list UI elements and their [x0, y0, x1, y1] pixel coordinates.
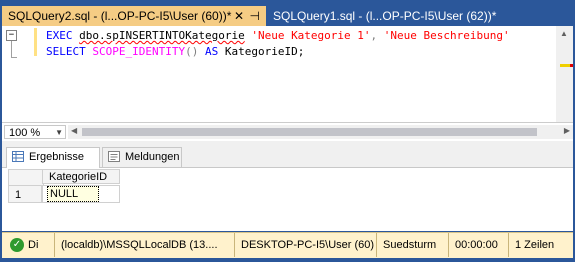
keyword-exec: EXEC — [46, 29, 73, 42]
outline-guide — [11, 41, 12, 57]
tab-label: Ergebnisse — [29, 151, 85, 163]
messages-icon — [108, 151, 120, 162]
editor-bottom-bar: 100 % ▼ ◀ ▶ — [2, 122, 573, 141]
close-icon[interactable]: ✕ — [234, 6, 244, 26]
editor-horizontal-scrollbar[interactable]: ◀ ▶ — [68, 125, 573, 139]
zoom-value: 100 % — [9, 127, 41, 139]
change-indicator — [34, 28, 37, 56]
tab-ergebnisse[interactable]: Ergebnisse — [6, 147, 100, 168]
tab-title: SQLQuery1.sql - (l...OP-PC-I5\User (62))… — [273, 9, 497, 23]
window-bottom-border — [0, 258, 575, 262]
procedure-name: dbo.spINSERTINTOKategorie — [79, 29, 245, 42]
results-tab-bar: Ergebnisse Meldungen — [2, 141, 573, 168]
scroll-thumb[interactable] — [82, 128, 537, 136]
result-cell[interactable]: NULL — [42, 185, 120, 203]
status-bar: ✓ Di (localdb)\MSSQLLocalDB (13.... DESKT… — [2, 232, 573, 259]
tab-label: Meldungen — [125, 151, 180, 163]
string-argument-2: 'Neue Beschreibung' — [383, 29, 510, 42]
error-marker — [570, 64, 573, 67]
function-name: SCOPE_IDENTITY — [92, 45, 186, 58]
code-text[interactable]: EXEC dbo.spINSERTINTOKategorie 'Neue Kat… — [46, 28, 510, 60]
success-check-icon: ✓ — [10, 238, 24, 253]
code-line-2: SELECT SCOPE_IDENTITY() AS KategorieID; — [46, 44, 510, 60]
status-database: Suedsturm — [376, 233, 436, 257]
tab-sqlquery1[interactable]: SQLQuery1.sql - (l...OP-PC-I5\User (62))… — [267, 6, 497, 26]
scroll-left-icon[interactable]: ◀ — [71, 126, 77, 135]
keyword-as: AS — [204, 45, 219, 58]
tab-meldungen[interactable]: Meldungen — [102, 147, 182, 167]
string-argument-1: 'Neue Kategorie 1' — [251, 29, 371, 42]
status-row-count: 1 Zeilen — [508, 233, 554, 257]
pin-icon[interactable]: ⊣ — [250, 6, 260, 26]
collapse-icon[interactable]: − — [6, 30, 17, 41]
row-header[interactable]: 1 — [8, 185, 42, 203]
code-line-1: EXEC dbo.spINSERTINTOKategorie 'Neue Kat… — [46, 28, 510, 44]
grid-icon — [12, 151, 24, 162]
editor-vertical-scrollbar[interactable]: ▲ — [556, 26, 573, 122]
scroll-right-icon[interactable]: ▶ — [564, 126, 570, 135]
zoom-dropdown[interactable]: 100 % ▼ — [4, 125, 66, 139]
status-user: DESKTOP-PC-I5\User (60) — [234, 233, 374, 257]
status-server: (localdb)\MSSQLLocalDB (13.... — [54, 233, 218, 257]
caret-position-marker — [560, 64, 570, 67]
query-editor[interactable]: − EXEC dbo.spINSERTINTOKategorie 'Neue K… — [2, 26, 573, 122]
argument-separator: , — [370, 29, 384, 42]
status-state-text: Di — [28, 239, 39, 251]
cell-value: NULL — [47, 186, 100, 202]
chevron-down-icon: ▼ — [55, 128, 63, 137]
outline-guide-end — [11, 57, 17, 58]
status-state: ✓ Di — [8, 233, 38, 257]
column-header[interactable]: KategorieID — [42, 169, 120, 184]
results-pane: Ergebnisse Meldungen KategorieID 1 NULL — [2, 141, 573, 231]
document-tab-bar: SQLQuery2.sql - (l...OP-PC-I5\User (60))… — [0, 0, 575, 26]
tab-sqlquery2[interactable]: SQLQuery2.sql - (l...OP-PC-I5\User (60))… — [2, 6, 266, 26]
function-parens: () — [185, 45, 199, 58]
scroll-up-icon[interactable]: ▲ — [560, 29, 568, 38]
status-elapsed-time: 00:00:00 — [448, 233, 498, 257]
grid-corner[interactable] — [8, 169, 44, 186]
tab-title: SQLQuery2.sql - (l...OP-PC-I5\User (60))… — [8, 9, 232, 23]
keyword-select: SELECT — [46, 45, 86, 58]
column-alias: KategorieID; — [224, 45, 305, 58]
